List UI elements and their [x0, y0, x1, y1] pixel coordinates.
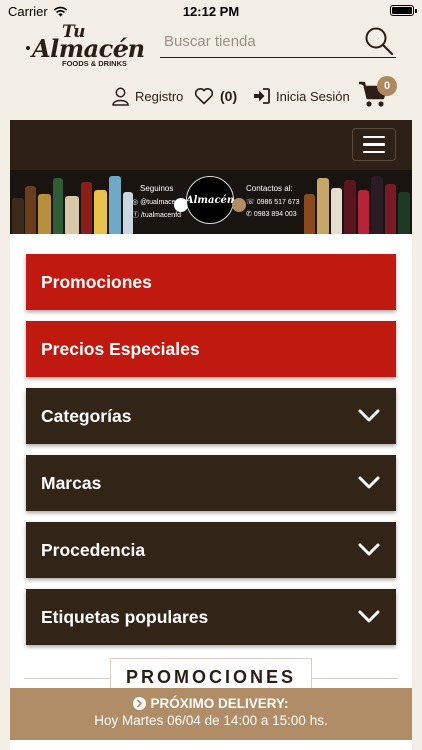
- battery-icon: [390, 5, 417, 16]
- bottle-image: [385, 184, 396, 234]
- banner-dot: [232, 198, 246, 212]
- sign-in-icon: [254, 88, 270, 104]
- banner-phone2-number: 0983 894 003: [253, 211, 297, 218]
- status-bar: Carrier 12:12 PM: [0, 0, 422, 22]
- delivery-title: PRÓXIMO DELIVERY:: [150, 696, 289, 711]
- cart-count-badge: 0: [377, 76, 397, 96]
- logo-line3: FOODS & DRINKS: [62, 59, 128, 68]
- bottle-image: [371, 176, 383, 234]
- banner-phone1-number: 0986 517 673: [256, 199, 300, 206]
- login-label: Inicia Sesión: [276, 88, 350, 104]
- delivery-banner[interactable]: PRÓXIMO DELIVERY: Hoy Martes 06/04 de 14…: [10, 688, 412, 740]
- menu-item-label: Etiquetas populares: [41, 606, 209, 627]
- bottle-image: [53, 178, 63, 234]
- banner-instagram: ◎ @tualmacen: [132, 199, 180, 206]
- bottle-image: [317, 178, 329, 234]
- bottle-image: [25, 186, 36, 234]
- bottle-image: [304, 194, 315, 234]
- store-banner: Seguinos ◎ @tualmacen ⓕ /tualmacenfd Alm…: [10, 170, 412, 234]
- menu-item-label: Procedencia: [41, 539, 146, 560]
- chevron-circle-right-icon: [133, 697, 147, 710]
- search-input[interactable]: [160, 28, 350, 54]
- bottle-image: [344, 180, 356, 234]
- bottle-image: [81, 182, 92, 234]
- menu-item-label: Precios Especiales: [41, 338, 200, 359]
- bottle-image: [331, 188, 342, 234]
- search-bar: [160, 26, 396, 58]
- menu-item-label: Promociones: [41, 271, 152, 292]
- delivery-heading: PRÓXIMO DELIVERY:: [10, 688, 412, 711]
- bottle-image: [358, 190, 369, 234]
- banner-facebook-handle: /tualmacenfd: [140, 212, 182, 219]
- login-link[interactable]: Inicia Sesión: [253, 84, 350, 108]
- bottle-image: [65, 196, 79, 234]
- chevron-down-icon: [358, 610, 380, 623]
- main-panel: Seguinos ◎ @tualmacen ⓕ /tualmacenfd Alm…: [10, 120, 412, 750]
- top-navbar: [10, 120, 412, 170]
- menu-item-categorias[interactable]: Categorías: [26, 388, 396, 444]
- banner-phone2: ✆ 0983 894 003: [246, 211, 297, 218]
- banner-logo: Almacén: [186, 176, 234, 224]
- register-link[interactable]: Registro: [112, 84, 183, 108]
- bottle-image: [398, 192, 410, 234]
- chevron-down-icon: [358, 543, 380, 556]
- menu-item-procedencia[interactable]: Procedencia: [26, 522, 396, 578]
- banner-follow-label: Seguinos: [140, 184, 174, 193]
- chevron-down-icon: [358, 409, 380, 422]
- search-icon[interactable]: [364, 26, 394, 56]
- banner-logo-text: Almacén: [185, 194, 235, 206]
- delivery-detail: Hoy Martes 06/04 de 14:00 a 15:00 hs.: [94, 713, 328, 728]
- banner-phone1: ☏ 0986 517 673: [246, 199, 300, 206]
- bottle-image: [12, 198, 24, 234]
- menu-item-precios-especiales[interactable]: Precios Especiales: [26, 321, 396, 377]
- banner-contact-label: Contactos al:: [246, 184, 293, 193]
- bottle-image: [94, 190, 107, 234]
- wishlist-link[interactable]: (0): [194, 84, 237, 108]
- menu-item-marcas[interactable]: Marcas: [26, 455, 396, 511]
- bottle-image: [38, 194, 51, 234]
- menu-item-label: Marcas: [41, 472, 102, 493]
- hamburger-menu-button[interactable]: [352, 128, 396, 161]
- status-time: 12:12 PM: [182, 4, 240, 19]
- register-label: Registro: [135, 88, 184, 104]
- cart-button[interactable]: 0: [358, 76, 398, 112]
- heart-icon: [194, 87, 214, 105]
- logo-dot-right: [124, 46, 128, 50]
- chevron-down-icon: [358, 476, 380, 489]
- wishlist-count: (0): [220, 88, 238, 104]
- menu-item-label: Categorías: [41, 405, 132, 426]
- menu-item-promociones[interactable]: Promociones: [26, 254, 396, 310]
- store-logo[interactable]: Tu Almacén FOODS & DRINKS: [26, 22, 145, 70]
- menu-item-etiquetas-populares[interactable]: Etiquetas populares: [26, 589, 396, 645]
- banner-facebook: ⓕ /tualmacenfd: [132, 212, 182, 219]
- bottle-image: [109, 176, 121, 234]
- user-icon: [112, 87, 129, 106]
- logo-dot-left: [26, 46, 30, 50]
